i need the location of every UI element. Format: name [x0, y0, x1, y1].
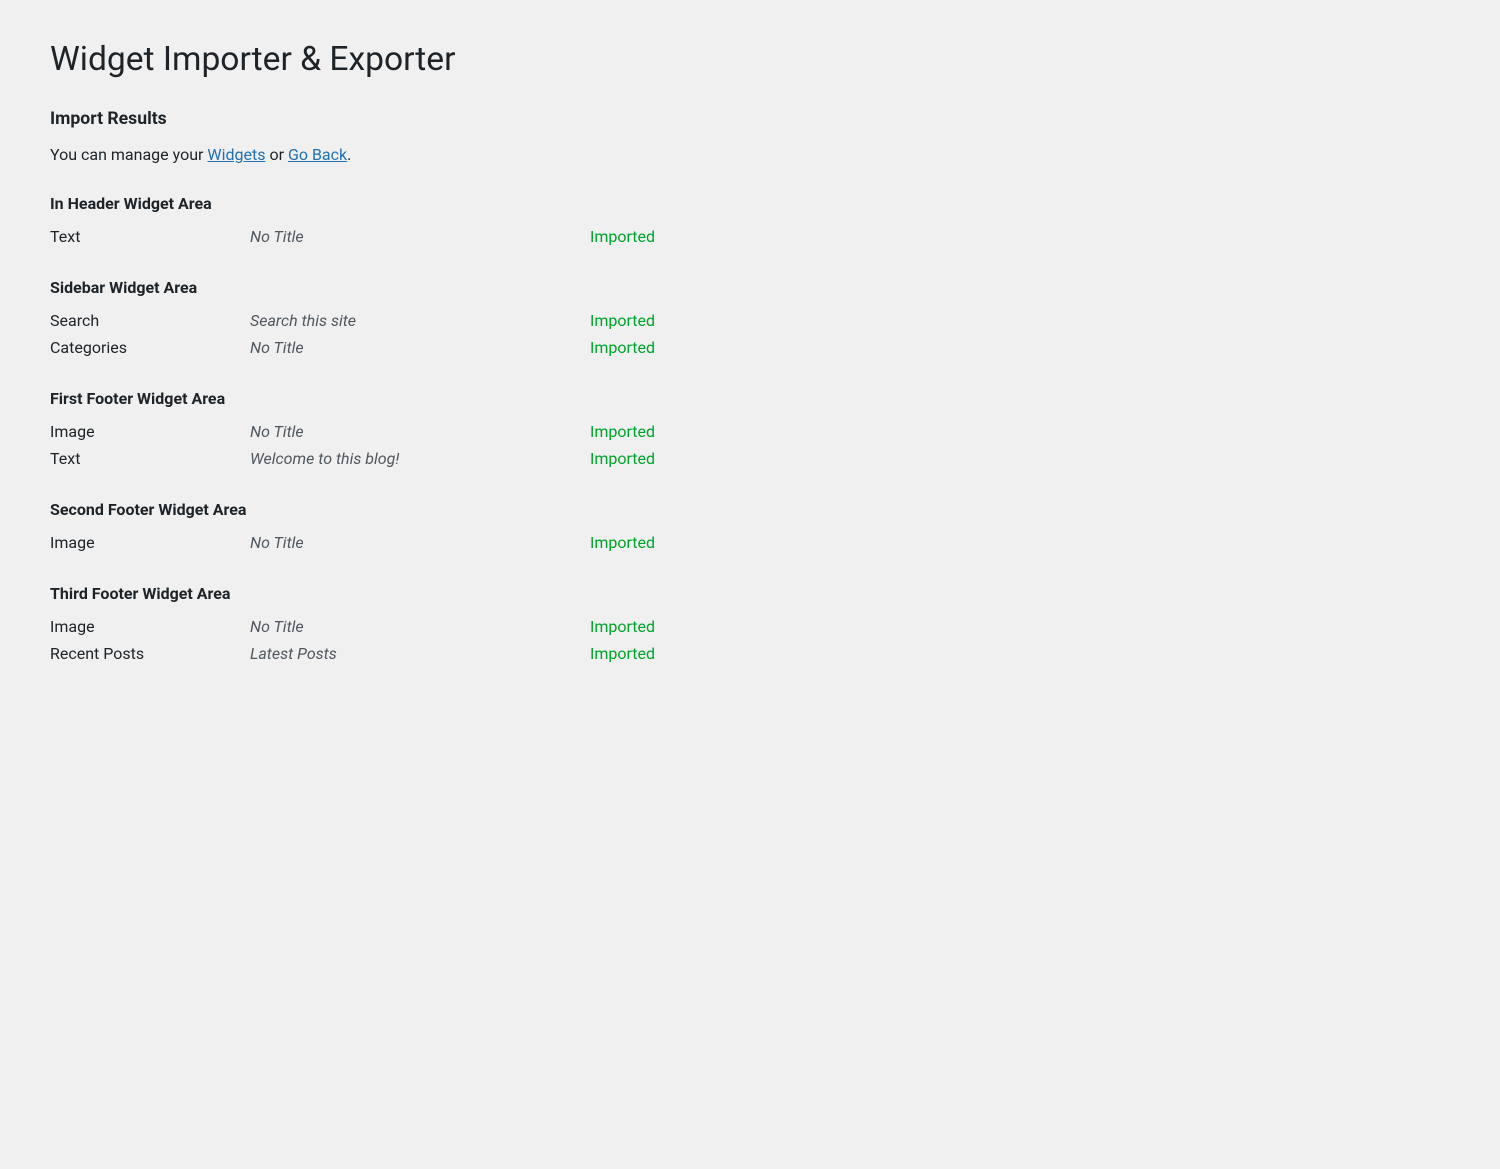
widget-type-label: Recent Posts	[50, 644, 250, 663]
table-row: ImageNo TitleImported	[50, 529, 1450, 556]
widget-title-label: Latest Posts	[250, 644, 590, 663]
widget-area-title-in-header: In Header Widget Area	[50, 194, 1450, 213]
widget-area-in-header: In Header Widget Area TextNo TitleImporte…	[50, 194, 1450, 250]
widget-status-badge: Imported	[590, 617, 655, 636]
intro-paragraph: You can manage your Widgets or Go Back.	[50, 145, 1450, 164]
widget-type-label: Image	[50, 617, 250, 636]
widget-title-label: No Title	[250, 422, 590, 441]
widget-status-badge: Imported	[590, 422, 655, 441]
widget-type-label: Search	[50, 311, 250, 330]
table-row: TextWelcome to this blog!Imported	[50, 445, 1450, 472]
intro-middle: or	[265, 145, 287, 164]
widget-status-badge: Imported	[590, 644, 655, 663]
widget-area-first-footer: First Footer Widget Area ImageNo TitleImp…	[50, 389, 1450, 472]
widget-type-label: Text	[50, 449, 250, 468]
widget-area-title-third-footer: Third Footer Widget Area	[50, 584, 1450, 603]
widget-status-badge: Imported	[590, 533, 655, 552]
widget-status-badge: Imported	[590, 227, 655, 246]
widget-area-third-footer: Third Footer Widget Area ImageNo TitleImp…	[50, 584, 1450, 667]
go-back-link[interactable]: Go Back	[288, 145, 347, 164]
table-row: ImageNo TitleImported	[50, 613, 1450, 640]
intro-suffix: .	[347, 145, 351, 164]
widget-type-label: Text	[50, 227, 250, 246]
table-row: CategoriesNo TitleImported	[50, 334, 1450, 361]
table-row: SearchSearch this siteImported	[50, 307, 1450, 334]
widget-area-title-second-footer: Second Footer Widget Area	[50, 500, 1450, 519]
widget-title-label: No Title	[250, 227, 590, 246]
widget-area-second-footer: Second Footer Widget Area ImageNo TitleIm…	[50, 500, 1450, 556]
table-row: Recent PostsLatest PostsImported	[50, 640, 1450, 667]
widget-area-title-sidebar: Sidebar Widget Area	[50, 278, 1450, 297]
widget-area-title-first-footer: First Footer Widget Area	[50, 389, 1450, 408]
page-title: Widget Importer & Exporter	[50, 40, 1450, 79]
widget-type-label: Image	[50, 533, 250, 552]
table-row: ImageNo TitleImported	[50, 418, 1450, 445]
areas-container: In Header Widget AreaTextNo TitleImporte…	[50, 194, 1450, 667]
widgets-link[interactable]: Widgets	[207, 145, 265, 164]
import-results-heading: Import Results	[50, 109, 1450, 129]
widget-type-label: Image	[50, 422, 250, 441]
widget-status-badge: Imported	[590, 338, 655, 357]
widget-area-sidebar: Sidebar Widget Area SearchSearch this sit…	[50, 278, 1450, 361]
widget-status-badge: Imported	[590, 311, 655, 330]
intro-prefix: You can manage your	[50, 145, 207, 164]
table-row: TextNo TitleImported	[50, 223, 1450, 250]
widget-title-label: No Title	[250, 533, 590, 552]
widget-title-label: Welcome to this blog!	[250, 449, 590, 468]
widget-type-label: Categories	[50, 338, 250, 357]
widget-title-label: No Title	[250, 338, 590, 357]
widget-title-label: Search this site	[250, 311, 590, 330]
widget-status-badge: Imported	[590, 449, 655, 468]
widget-title-label: No Title	[250, 617, 590, 636]
